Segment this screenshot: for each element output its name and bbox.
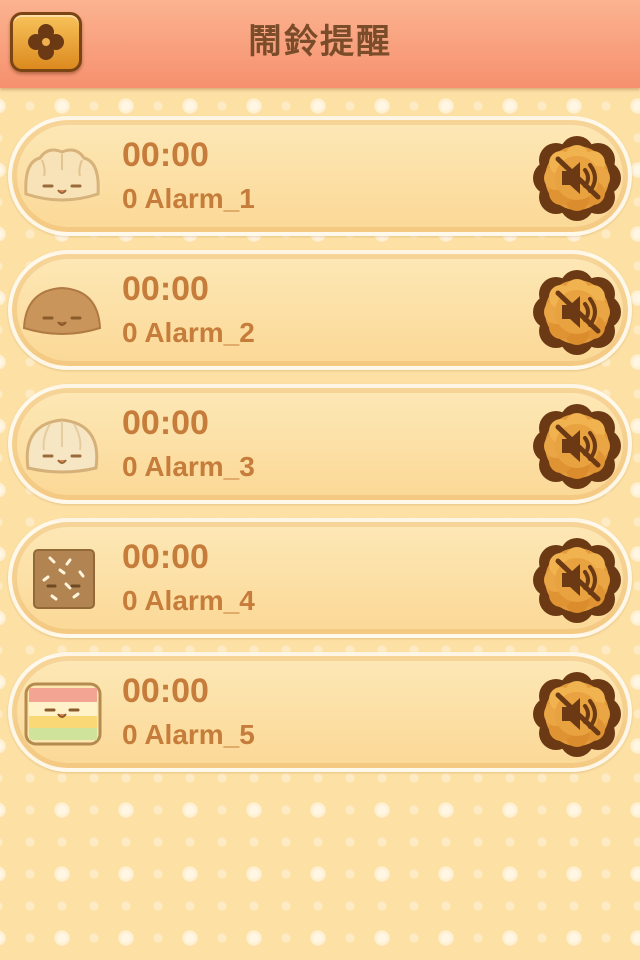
white-bun-face-icon: [25, 418, 99, 474]
alarm-time: 00:00: [122, 672, 209, 710]
alarm-name: 0 Alarm_4: [122, 585, 255, 616]
alarm-row-1[interactable]: 00:00 0 Alarm_1: [8, 116, 632, 236]
alarm-list: 00:00 0 Alarm_1 00:00 0 Alarm_2 00:00 0 …: [8, 116, 632, 786]
layer-cake-icon: [24, 682, 102, 746]
mute-icon[interactable]: [532, 267, 622, 357]
brown-bun-face-icon: [22, 286, 102, 335]
alarm-time: 00:00: [122, 136, 209, 174]
dumpling-face-icon: [24, 148, 100, 202]
square-cake-icon: [33, 549, 95, 609]
alarm-name: 0 Alarm_1: [122, 183, 255, 214]
alarm-row-2[interactable]: 00:00 0 Alarm_2: [8, 250, 632, 370]
alarm-row-5[interactable]: 00:00 0 Alarm_5: [8, 652, 632, 772]
mute-icon[interactable]: [532, 133, 622, 223]
alarm-time: 00:00: [122, 270, 209, 308]
alarm-name: 0 Alarm_2: [122, 317, 255, 348]
mute-icon[interactable]: [532, 669, 622, 759]
alarm-row-3[interactable]: 00:00 0 Alarm_3: [8, 384, 632, 504]
top-bar: 鬧鈴提醒: [0, 0, 640, 88]
alarm-time: 00:00: [122, 538, 209, 576]
alarm-name: 0 Alarm_3: [122, 451, 255, 482]
alarm-time: 00:00: [122, 404, 209, 442]
alarm-row-4[interactable]: 00:00 0 Alarm_4: [8, 518, 632, 638]
mute-icon[interactable]: [532, 535, 622, 625]
mute-icon[interactable]: [532, 401, 622, 491]
alarm-name: 0 Alarm_5: [122, 719, 255, 750]
page-title: 鬧鈴提醒: [248, 22, 392, 62]
